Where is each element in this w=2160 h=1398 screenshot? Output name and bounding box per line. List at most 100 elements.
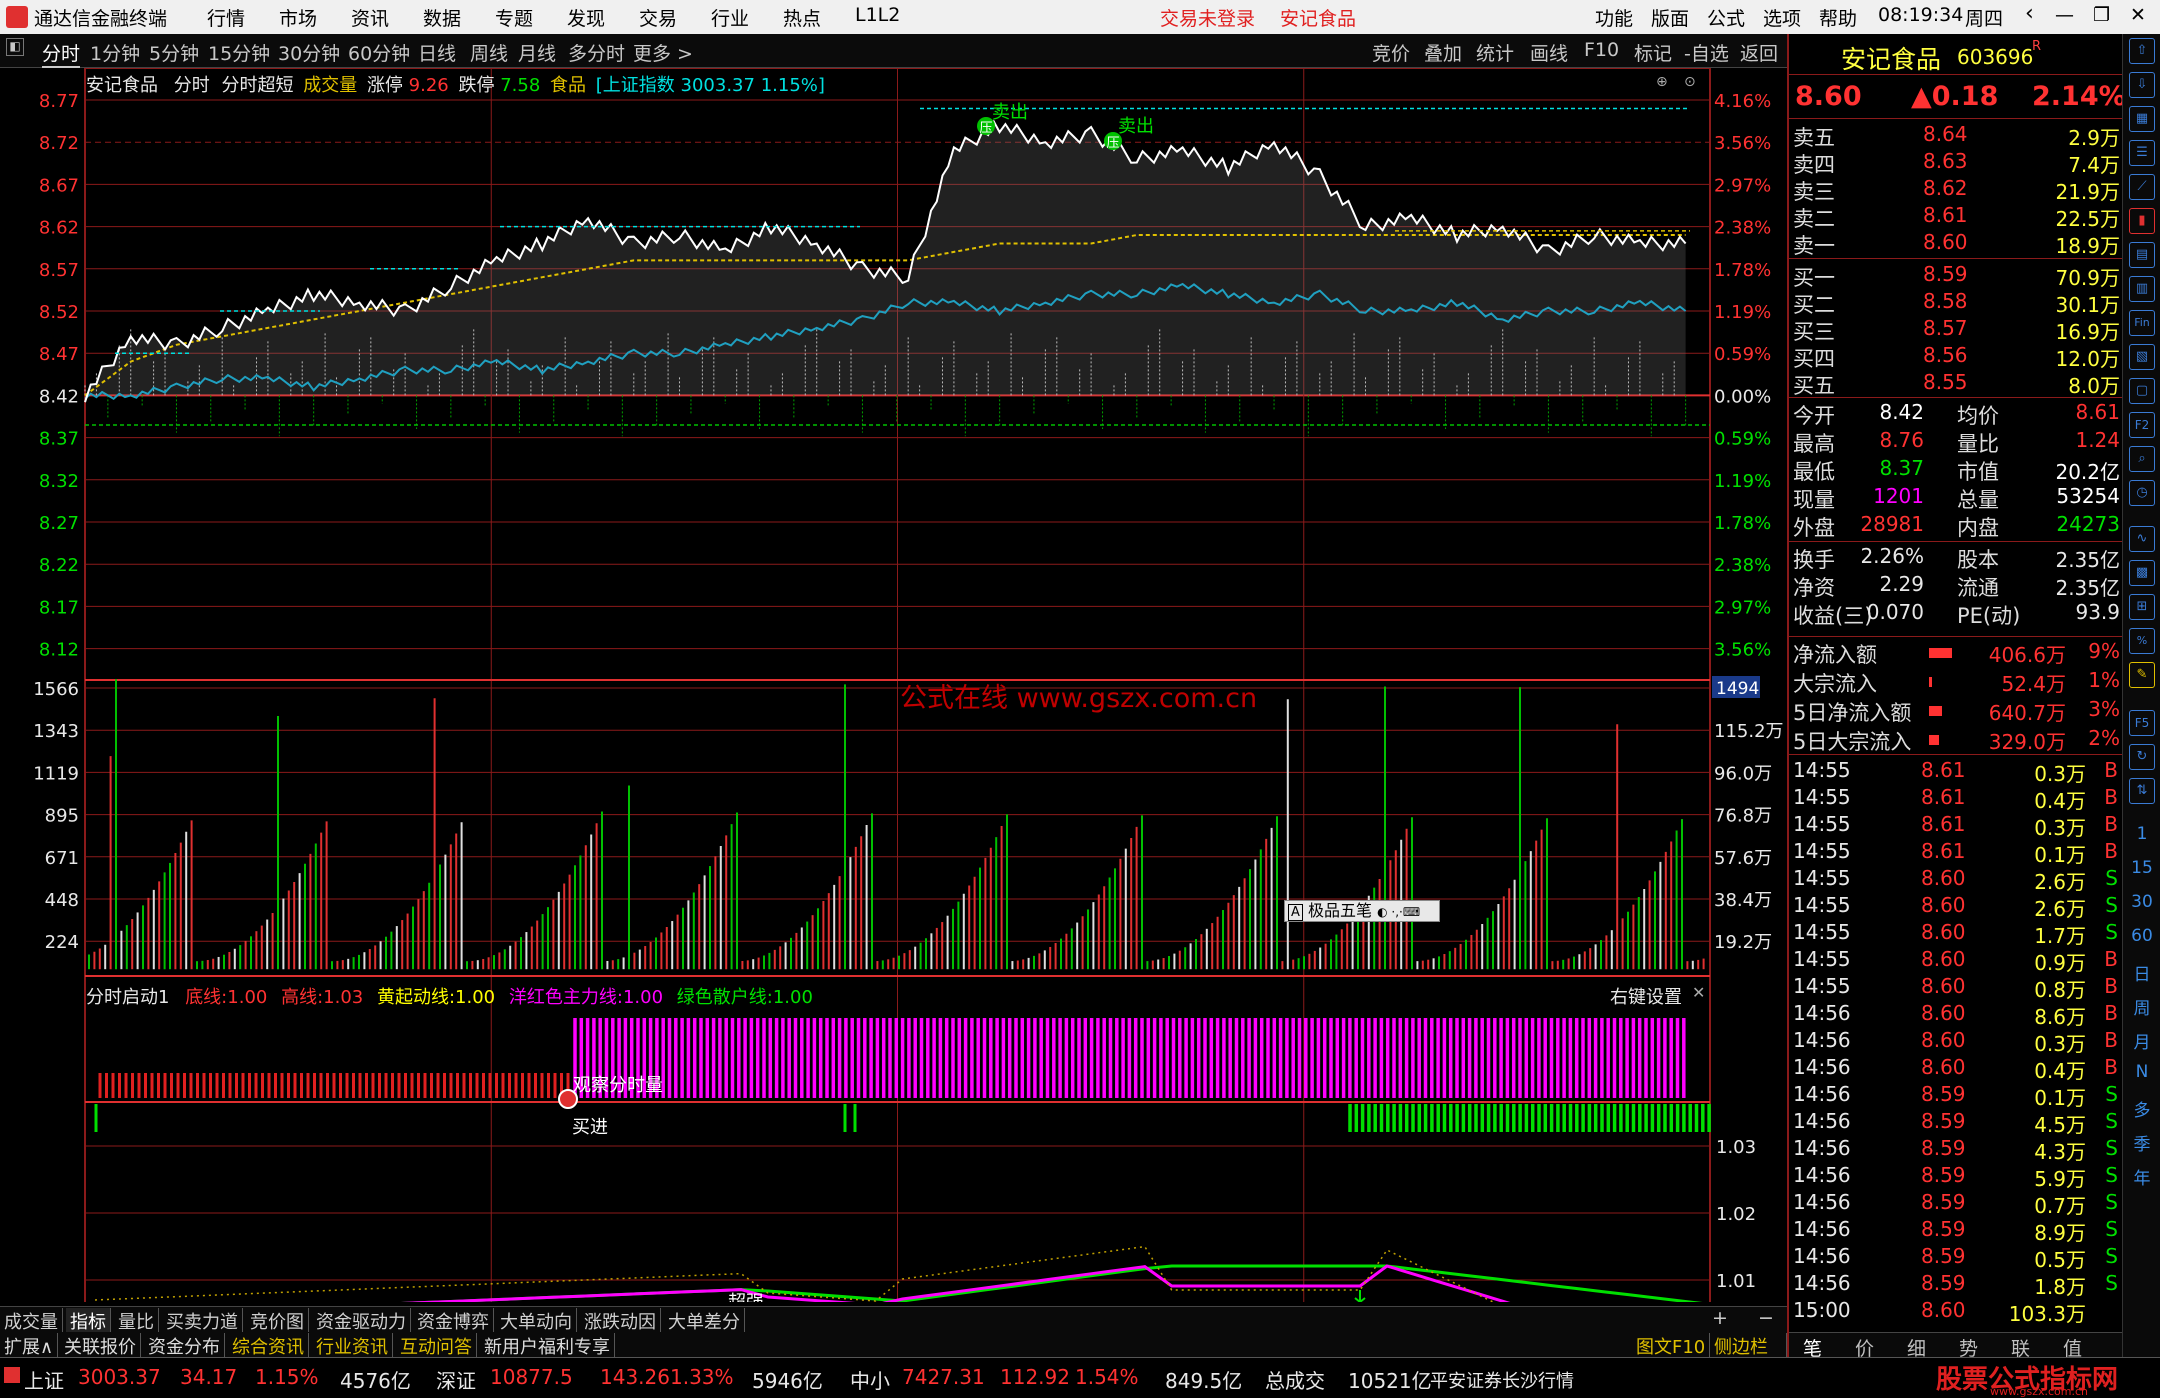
tool-huaxian[interactable]: 画线 [1530, 39, 1568, 66]
tool-jingjia[interactable]: 竞价 [1372, 39, 1410, 66]
line-chart-icon[interactable]: ⟋ [2129, 174, 2155, 200]
ime-a-icon[interactable]: A [1288, 904, 1303, 921]
minimize-icon[interactable]: — [2055, 4, 2074, 26]
btab-8[interactable]: 涨跌动因 [580, 1308, 661, 1334]
period-multi[interactable]: 多 [2123, 1096, 2160, 1121]
tab-60min[interactable]: 60分钟 [348, 39, 410, 66]
ext-zijin[interactable]: 资金分布 [144, 1333, 225, 1359]
ext-expand[interactable]: 扩展∧ [0, 1333, 59, 1359]
menu-zixun[interactable]: 资讯 [351, 4, 389, 31]
menu-hangye[interactable]: 行业 [711, 4, 749, 31]
menu-xuanxiang[interactable]: 选项 [1763, 4, 1801, 31]
period-n[interactable]: N [2123, 1062, 2160, 1082]
chart-icon[interactable]: ▦ [2129, 106, 2155, 132]
menu-faxian[interactable]: 发现 [567, 4, 605, 31]
btab-6[interactable]: 资金博弈 [413, 1308, 494, 1334]
period-year[interactable]: 年 [2123, 1164, 2160, 1189]
panel-toggle-icon[interactable]: ◧ [6, 38, 24, 56]
candle-icon[interactable]: ▮ [2129, 208, 2155, 234]
percent-icon[interactable]: % [2129, 628, 2155, 654]
tool-zixuan[interactable]: -自选 [1684, 39, 1729, 66]
tab-multi[interactable]: 多分时 [568, 39, 625, 66]
ime-moon-icon[interactable]: ◐ ·,·⌨ [1377, 905, 1420, 919]
sz-label[interactable]: 深证 [436, 1365, 476, 1394]
tool-biaoji[interactable]: 标记 [1634, 39, 1672, 66]
tab-5min[interactable]: 5分钟 [149, 39, 199, 66]
tool-f10[interactable]: F10 [1584, 39, 1619, 61]
menu-banmian[interactable]: 版面 [1651, 4, 1689, 31]
tab-monthly[interactable]: 月线 [518, 39, 556, 66]
add-tab-icon[interactable]: + [1712, 1307, 1728, 1329]
period-week[interactable]: 周 [2123, 994, 2160, 1019]
period-15[interactable]: 15 [2123, 858, 2160, 878]
period-30[interactable]: 30 [2123, 892, 2160, 912]
ime-toolbar[interactable]: A 极品五笔 ◐ ·,·⌨ [1284, 900, 1440, 922]
trade-status[interactable]: 交易未登录 [1160, 4, 1255, 31]
ext-f10[interactable]: 图文F10 [1632, 1333, 1711, 1359]
columns-icon[interactable]: ▧ [2129, 344, 2155, 370]
pen-icon[interactable]: ✎ [2129, 662, 2155, 688]
period-60[interactable]: 60 [2123, 926, 2160, 946]
btab-4[interactable]: 竞价图 [246, 1308, 309, 1334]
f5-icon[interactable]: F5 [2129, 710, 2155, 736]
grid-icon[interactable]: ▥ [2129, 276, 2155, 302]
period-day[interactable]: 日 [2123, 960, 2160, 985]
tab-30min[interactable]: 30分钟 [278, 39, 340, 66]
ext-zonghe[interactable]: 综合资讯 [228, 1333, 309, 1359]
menu-zhuanti[interactable]: 专题 [495, 4, 533, 31]
menu-gongshi[interactable]: 公式 [1707, 4, 1745, 31]
doc-icon[interactable]: ▢ [2129, 378, 2155, 404]
ind-settings[interactable]: 右键设置 [1610, 983, 1682, 1009]
fin-icon[interactable]: Fin [2129, 310, 2155, 336]
menu-shuju[interactable]: 数据 [423, 4, 461, 31]
tab-more[interactable]: 更多 > [633, 39, 693, 66]
ext-guanlian[interactable]: 关联报价 [60, 1333, 141, 1359]
settings-icon[interactable]: ⊙ [1684, 74, 1696, 90]
menu-gongneng[interactable]: 功能 [1595, 4, 1633, 31]
search-icon[interactable]: ⌕ [2129, 446, 2155, 472]
tab-fenshi[interactable]: 分时 [42, 39, 81, 68]
ind-close-icon[interactable]: ✕ [1692, 983, 1705, 1002]
tab-15min[interactable]: 15分钟 [208, 39, 270, 66]
btab-9[interactable]: 大单差分 [664, 1308, 745, 1334]
header-sector[interactable]: 食品 [550, 75, 586, 96]
tab-weekly[interactable]: 周线 [470, 39, 508, 66]
period-season[interactable]: 季 [2123, 1130, 2160, 1155]
tool-diejia[interactable]: 叠加 [1424, 39, 1462, 66]
remove-tab-icon[interactable]: − [1758, 1307, 1774, 1329]
menu-shichang[interactable]: 市场 [279, 4, 317, 31]
clock-icon[interactable]: ◷ [2129, 480, 2155, 506]
btab-0[interactable]: 成交量 [0, 1308, 63, 1334]
list-icon[interactable]: ☰ [2129, 140, 2155, 166]
menu-l1l2[interactable]: L1L2 [855, 4, 900, 26]
btab-7[interactable]: 大单动向 [496, 1308, 577, 1334]
menu-redian[interactable]: 热点 [783, 4, 821, 31]
close-icon[interactable]: ✕ [2130, 4, 2146, 26]
tab-daily[interactable]: 日线 [418, 39, 456, 66]
f2-icon[interactable]: F2 [2129, 412, 2155, 438]
back-icon[interactable]: ‹ [2025, 1, 2034, 26]
arrow-down-icon[interactable]: ⇩ [2129, 72, 2155, 98]
ext-hudong[interactable]: 互动问答 [396, 1333, 477, 1359]
tool-fanhui[interactable]: 返回 [1740, 39, 1778, 66]
calc-icon[interactable]: ⊞ [2129, 594, 2155, 620]
pin-icon[interactable]: ⊕ [1656, 74, 1668, 90]
menu-bangzhu[interactable]: 帮助 [1819, 4, 1857, 31]
chart-area[interactable]: 8.77 4.16% 8.72 3.56% 8.67 2.97% 8.62 2.38% 8.57… [0, 68, 1787, 1302]
refresh-icon[interactable]: ↻ [2129, 744, 2155, 770]
ext-fuli[interactable]: 新用户福利专享 [480, 1333, 615, 1359]
btab-3[interactable]: 买卖力道 [162, 1308, 243, 1334]
btab-2[interactable]: 量比 [114, 1308, 159, 1334]
menu-hangqing[interactable]: 行情 [207, 4, 245, 31]
zx-label[interactable]: 中小 [850, 1365, 890, 1394]
period-1[interactable]: 1 [2123, 824, 2160, 844]
maximize-icon[interactable]: ❐ [2093, 4, 2110, 26]
tool-tongji[interactable]: 统计 [1476, 39, 1514, 66]
menu-jiaoyi[interactable]: 交易 [639, 4, 677, 31]
period-month[interactable]: 月 [2123, 1028, 2160, 1053]
ind-name[interactable]: 分时启动1 [86, 987, 169, 1008]
bars-icon[interactable]: ▩ [2129, 560, 2155, 586]
trend-icon[interactable]: ∿ [2129, 526, 2155, 552]
table-icon[interactable]: ▤ [2129, 242, 2155, 268]
btab-1[interactable]: 指标 [66, 1308, 111, 1334]
